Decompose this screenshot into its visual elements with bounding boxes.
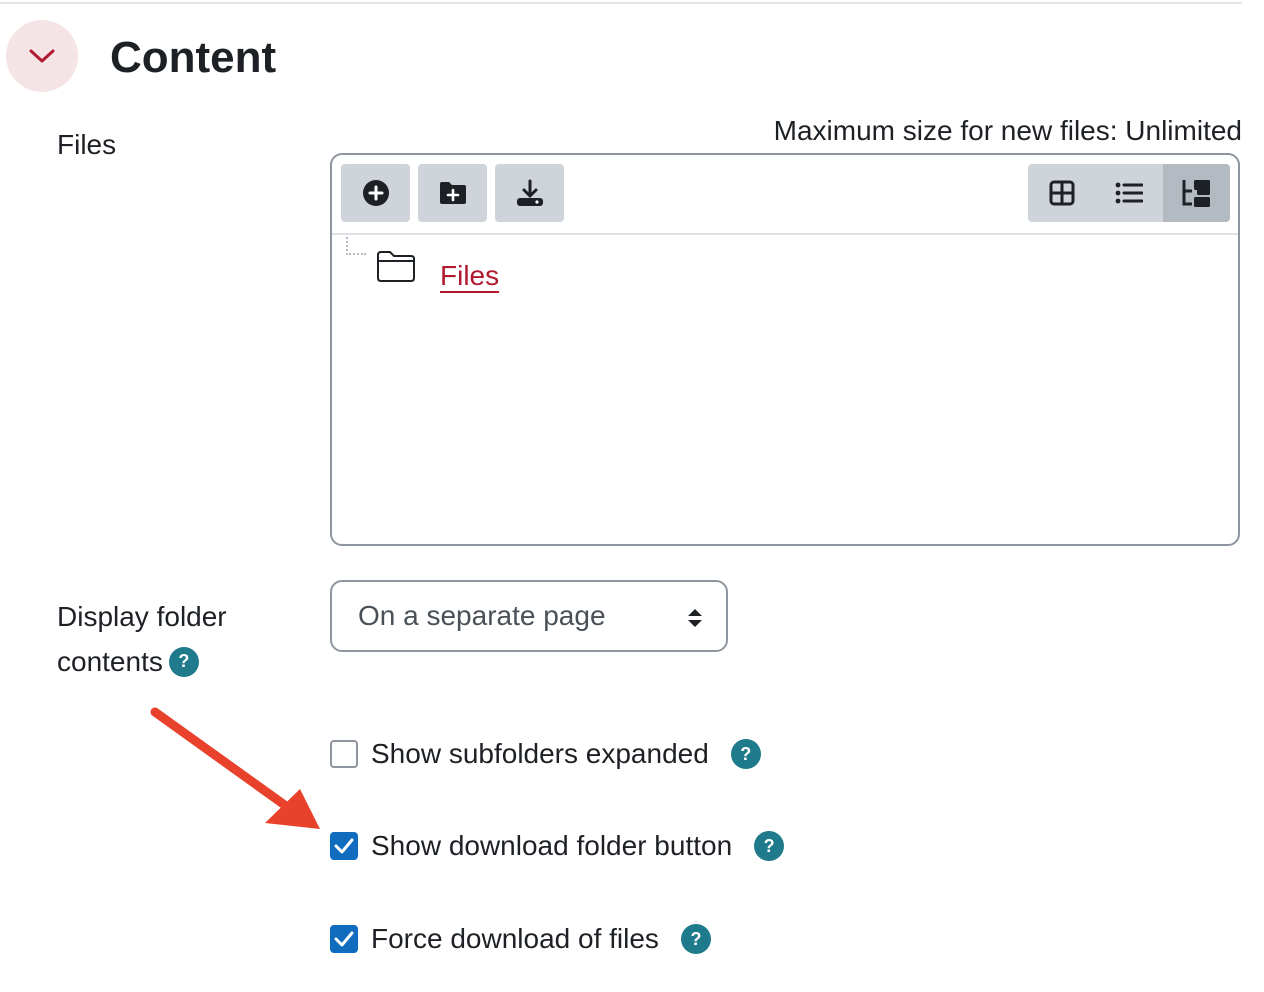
max-file-size-note: Maximum size for new files: Unlimited [773,115,1242,146]
plus-circle-icon [362,180,389,206]
select-value: On a separate page [358,600,606,631]
checkbox-row-force-download: Force download of files ? [330,919,711,959]
folder-icon [377,251,415,282]
show-download-button-checkbox[interactable] [330,832,358,860]
display-folder-contents-select[interactable]: On a separate page [330,580,728,652]
show-subfolders-checkbox[interactable] [330,740,358,768]
file-manager-toolbar [332,155,1238,235]
annotation-arrow [150,707,320,829]
tree-connector [346,237,366,255]
add-file-button[interactable] [341,164,410,222]
help-icon[interactable]: ? [730,739,761,769]
checkmark-icon [334,838,354,854]
force-download-checkbox[interactable] [330,925,358,953]
view-tree-button[interactable] [1162,164,1230,222]
download-icon [516,179,543,206]
folder-plus-icon [439,182,466,204]
root-folder-link[interactable]: Files [440,257,499,295]
create-folder-button[interactable] [418,164,487,222]
checkbox-row-show-download-button: Show download folder button ? [330,826,785,866]
checkbox-row-show-subfolders: Show subfolders expanded ? [330,734,761,774]
checkbox-label: Force download of files [371,923,659,954]
checkbox-label: Show subfolders expanded [371,738,709,769]
view-mode-switcher [1028,164,1230,222]
view-icons-button[interactable] [1028,164,1095,222]
view-details-button[interactable] [1095,164,1162,222]
download-all-button[interactable] [495,164,564,222]
grid-icon [1049,180,1075,206]
sort-caret-icon [688,609,702,627]
list-icon [1115,182,1143,204]
tree-icon [1182,180,1211,207]
help-icon[interactable]: ? [754,831,785,861]
file-manager: Files [330,153,1240,546]
help-icon[interactable]: ? [680,924,711,954]
checkmark-icon [334,931,354,947]
checkbox-label: Show download folder button [371,830,733,861]
